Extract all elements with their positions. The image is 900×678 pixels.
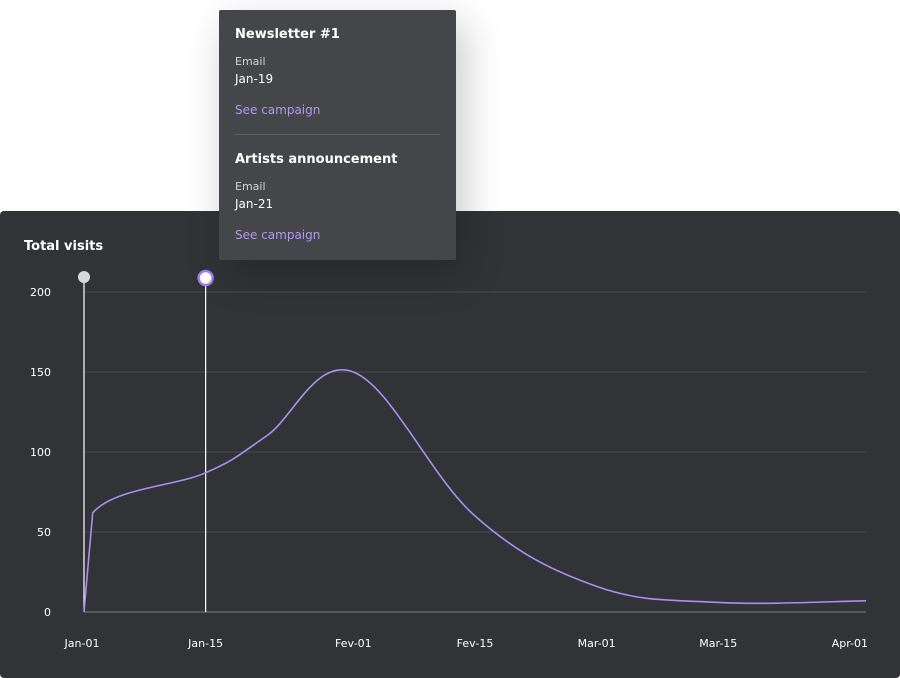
tooltip-divider <box>235 134 440 135</box>
x-tick-label: Jan-15 <box>187 637 223 650</box>
see-campaign-link[interactable]: See campaign <box>235 228 440 242</box>
campaign-name: Artists announcement <box>235 152 398 167</box>
y-tick-label: 100 <box>30 446 51 459</box>
y-tick-label: 0 <box>44 606 51 619</box>
x-tick-label: Mar-15 <box>699 637 737 650</box>
y-tick-label: 50 <box>37 526 51 539</box>
campaign-date: Jan-19 <box>235 72 274 86</box>
campaign-name: Newsletter #1 <box>235 27 340 42</box>
y-tick-label: 200 <box>30 286 51 299</box>
y-tick-label: 150 <box>30 366 51 379</box>
campaign-item: Artists announcement Email Jan-21 See ca… <box>235 152 440 242</box>
visits-series-line <box>83 369 867 613</box>
x-tick-label: Apr-01 <box>832 637 868 650</box>
x-tick-label: Fev-15 <box>457 637 494 650</box>
campaign-item: Newsletter #1 Email Jan-19 See campaign <box>235 27 440 117</box>
see-campaign-link[interactable]: See campaign <box>235 103 440 117</box>
x-tick-label: Mar-01 <box>578 637 616 650</box>
campaign-date: Jan-21 <box>235 197 274 211</box>
chart-card: Total visits 0 50 100 150 200 Jan-01 Jan-15 Fev… <box>0 211 900 678</box>
campaign-tooltip: Newsletter #1 Email Jan-19 See campaign … <box>219 10 456 260</box>
line-chart: 0 50 100 150 200 Jan-01 Jan-15 Fev-01 Fev-15 Mar-… <box>30 269 868 650</box>
campaign-marker-selected <box>197 269 214 287</box>
campaign-type: Email <box>235 180 266 193</box>
x-tick-label: Jan-01 <box>64 637 100 650</box>
x-tick-label: Fev-01 <box>335 637 372 650</box>
campaign-type: Email <box>235 55 266 68</box>
campaign-marker <box>78 271 90 283</box>
